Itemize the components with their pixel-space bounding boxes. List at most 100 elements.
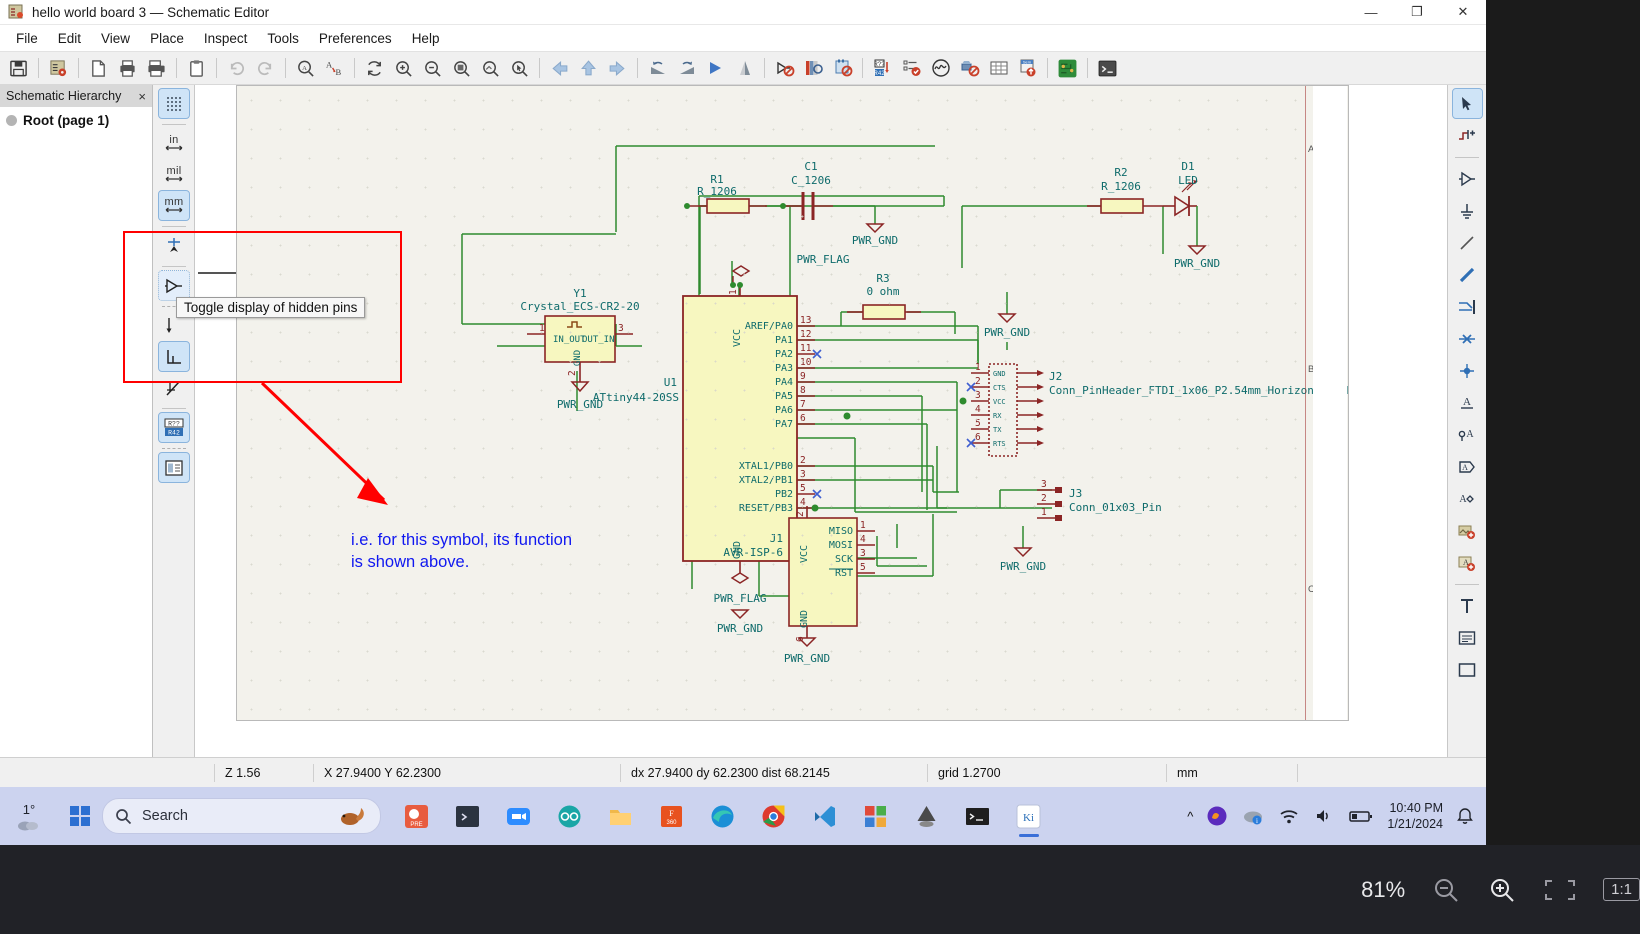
nav-up-icon[interactable]: [574, 54, 603, 82]
menu-edit[interactable]: Edit: [48, 28, 91, 49]
annotate-icon[interactable]: R?? R42: [868, 54, 897, 82]
menu-inspect[interactable]: Inspect: [194, 28, 258, 49]
taskbar-app-cmd[interactable]: [952, 793, 1003, 839]
full-crosshair-icon[interactable]: [159, 231, 189, 260]
taskbar-app-vscode[interactable]: [799, 793, 850, 839]
diagonal-wires-icon[interactable]: [159, 373, 189, 402]
taskbar-app-kicad[interactable]: Ki: [1003, 793, 1054, 839]
units-mm-icon[interactable]: mm: [157, 190, 190, 221]
weather-widget[interactable]: 1°: [0, 802, 58, 831]
properties-panel-icon[interactable]: [157, 452, 190, 483]
save-icon[interactable]: [4, 54, 33, 82]
simulator-icon[interactable]: [926, 54, 955, 82]
taskbar-app-arduino[interactable]: [544, 793, 595, 839]
taskbar-search[interactable]: Search: [102, 798, 381, 834]
bus-entry-icon[interactable]: [1453, 292, 1482, 321]
junction-icon[interactable]: [1453, 356, 1482, 385]
highlight-net-icon[interactable]: [1453, 121, 1482, 150]
taskbar-app-edge[interactable]: [697, 793, 748, 839]
hidden-pins-icon[interactable]: [157, 270, 190, 301]
zoom-out-icon[interactable]: [418, 54, 447, 82]
taskbar-app-fusion360[interactable]: F 360: [646, 793, 697, 839]
refresh-icon[interactable]: [360, 54, 389, 82]
close-button[interactable]: ✕: [1440, 0, 1486, 24]
net-label-icon[interactable]: A: [1453, 388, 1482, 417]
svg-text:R42: R42: [168, 429, 180, 436]
rotate-ccw-icon[interactable]: [643, 54, 672, 82]
text-tool-icon[interactable]: [1453, 591, 1482, 620]
print-icon[interactable]: [113, 54, 142, 82]
mirror-horizontal-icon[interactable]: [701, 54, 730, 82]
board-setup-icon[interactable]: [44, 54, 73, 82]
pin-helper-icon[interactable]: [157, 341, 190, 372]
tray-chevron-icon[interactable]: ^: [1187, 809, 1193, 824]
annotate-display-icon[interactable]: R?? R42: [157, 412, 190, 443]
plot-icon[interactable]: [142, 54, 171, 82]
symbol-library-icon[interactable]: [799, 54, 828, 82]
page-settings-icon[interactable]: [84, 54, 113, 82]
pcb-editor-icon[interactable]: [1053, 54, 1082, 82]
taskbar-app-inkscape[interactable]: [901, 793, 952, 839]
place-sheet-icon[interactable]: A: [1453, 548, 1482, 577]
zoom-objects-icon[interactable]: [476, 54, 505, 82]
grid-toggle-icon[interactable]: [157, 88, 190, 119]
place-image-icon[interactable]: [1453, 516, 1482, 545]
zoom-in-icon[interactable]: [1487, 875, 1517, 905]
zoom-in-icon[interactable]: [389, 54, 418, 82]
netlist-icon[interactable]: Sem: [1013, 54, 1042, 82]
zoom-out-icon[interactable]: [1431, 875, 1461, 905]
zoom-fit-icon[interactable]: [447, 54, 476, 82]
place-power-icon[interactable]: [1453, 196, 1482, 225]
rotate-cw-icon[interactable]: [672, 54, 701, 82]
taskbar-app-files[interactable]: [595, 793, 646, 839]
minimize-button[interactable]: —: [1348, 0, 1394, 24]
no-connect-icon[interactable]: [1453, 324, 1482, 353]
bom-icon[interactable]: [984, 54, 1013, 82]
find-replace-icon[interactable]: AB: [320, 54, 349, 82]
menu-preferences[interactable]: Preferences: [309, 28, 402, 49]
scripting-console-icon[interactable]: [1093, 54, 1122, 82]
symbol-editor-icon[interactable]: [770, 54, 799, 82]
mirror-vertical-icon[interactable]: [730, 54, 759, 82]
taskbar-app-terminal[interactable]: [442, 793, 493, 839]
units-mils-icon[interactable]: mil: [159, 160, 189, 189]
erc-icon[interactable]: [897, 54, 926, 82]
taskbar-app-chrome[interactable]: [748, 793, 799, 839]
units-inches-icon[interactable]: in: [159, 129, 189, 158]
select-tool-icon[interactable]: [1451, 88, 1483, 119]
redo-icon[interactable]: [251, 54, 280, 82]
menu-view[interactable]: View: [91, 28, 140, 49]
assign-footprints-icon[interactable]: [955, 54, 984, 82]
hierarchical-label-icon[interactable]: A: [1453, 452, 1482, 481]
scale-1to1-button[interactable]: 1:1: [1603, 878, 1640, 901]
hierarchy-root-item[interactable]: Root (page 1): [0, 107, 152, 128]
draw-wire-icon[interactable]: [1453, 228, 1482, 257]
place-symbol-icon[interactable]: [1453, 164, 1482, 193]
draw-bus-icon[interactable]: [1453, 260, 1482, 289]
start-button[interactable]: [58, 806, 102, 826]
undo-icon[interactable]: [222, 54, 251, 82]
nav-forward-icon[interactable]: [603, 54, 632, 82]
sheet-pin-icon[interactable]: A: [1453, 484, 1482, 513]
zoom-selection-icon[interactable]: [505, 54, 534, 82]
footprint-editor-icon[interactable]: [828, 54, 857, 82]
taskbar-app-store[interactable]: [850, 793, 901, 839]
text-box-icon[interactable]: [1453, 623, 1482, 652]
taskbar-app-prezi[interactable]: PRE: [391, 793, 442, 839]
schematic-canvas[interactable]: R1 R_1206 C1 C_1206: [195, 85, 1447, 757]
nav-back-icon[interactable]: [545, 54, 574, 82]
menu-tools[interactable]: Tools: [257, 28, 309, 49]
find-icon[interactable]: A: [291, 54, 320, 82]
menu-place[interactable]: Place: [140, 28, 194, 49]
close-icon[interactable]: ×: [138, 89, 146, 104]
schematic-sheet[interactable]: R1 R_1206 C1 C_1206: [236, 85, 1349, 721]
menu-help[interactable]: Help: [402, 28, 450, 49]
taskbar-clock[interactable]: 10:40 PM 1/21/2024: [1387, 800, 1443, 832]
menu-file[interactable]: File: [6, 28, 48, 49]
global-label-icon[interactable]: A: [1453, 420, 1482, 449]
fit-screen-icon[interactable]: [1543, 877, 1577, 903]
paste-icon[interactable]: [182, 54, 211, 82]
maximize-button[interactable]: ❐: [1394, 0, 1440, 24]
rectangle-icon[interactable]: [1453, 655, 1482, 684]
taskbar-app-zoom[interactable]: [493, 793, 544, 839]
